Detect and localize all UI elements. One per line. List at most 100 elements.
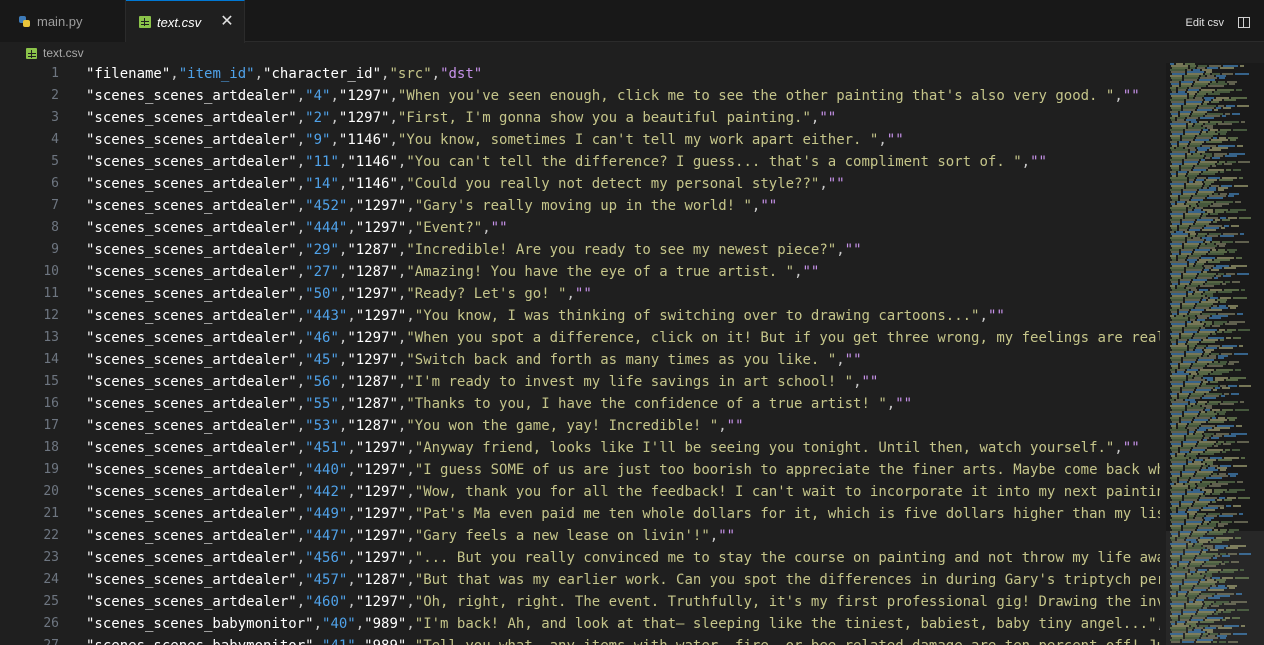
- csv-cell: "53": [305, 418, 339, 434]
- csv-cell: "Wow, thank you for all the feedback! I …: [414, 484, 1160, 500]
- close-icon[interactable]: ✕: [219, 14, 235, 30]
- code-line[interactable]: 1 "filename","item_id","character_id","sr…: [0, 63, 1160, 85]
- minimap-line: [1210, 381, 1218, 383]
- comma-separator: ,: [347, 484, 356, 500]
- code-line[interactable]: 9 "scenes_scenes_artdealer","29","1287","…: [0, 239, 1160, 261]
- minimap-line: [1228, 531, 1234, 533]
- csv-cell: "460": [305, 594, 348, 610]
- csv-cell: "1297": [355, 462, 407, 478]
- minimap-line: [1237, 441, 1249, 443]
- minimap-line: [1231, 225, 1239, 227]
- minimap-line: [1223, 443, 1231, 445]
- code-line[interactable]: 6 "scenes_scenes_artdealer","14","1146","…: [0, 173, 1160, 195]
- csv-cell: "": [718, 528, 736, 544]
- comma-separator: ,: [406, 638, 414, 645]
- tab-text-csv[interactable]: text.csv ✕: [126, 0, 245, 43]
- code-line[interactable]: 2 "scenes_scenes_artdealer","4","1297","W…: [0, 85, 1160, 107]
- breadcrumb-file[interactable]: text.csv: [43, 46, 84, 60]
- tab-main-py[interactable]: main.py: [0, 0, 126, 42]
- minimap-line: [1220, 571, 1234, 573]
- minimap-line: [1226, 379, 1238, 381]
- edit-csv-button[interactable]: Edit csv: [1185, 17, 1224, 29]
- minimap-line: [1218, 525, 1224, 527]
- line-content: "scenes_scenes_artdealer","452","1297","…: [86, 195, 777, 217]
- minimap-line: [1235, 409, 1249, 411]
- minimap-line: [1217, 163, 1222, 165]
- code-line[interactable]: 19 "scenes_scenes_artdealer","440","1297"…: [0, 459, 1160, 481]
- code-line[interactable]: 16 "scenes_scenes_artdealer","55","1287",…: [0, 393, 1160, 415]
- line-content: "scenes_scenes_artdealer","457","1287","…: [86, 569, 1160, 591]
- csv-cell: "scenes_scenes_artdealer": [86, 132, 297, 148]
- code-line[interactable]: 24 "scenes_scenes_artdealer","457","1287"…: [0, 569, 1160, 591]
- code-line[interactable]: 26 "scenes_scenes_babymonitor","40","989"…: [0, 613, 1160, 635]
- code-line[interactable]: 22 "scenes_scenes_artdealer","447","1297"…: [0, 525, 1160, 547]
- split-editor-icon[interactable]: [1238, 17, 1250, 28]
- comma-separator: ,: [355, 616, 365, 632]
- minimap-line: [1219, 347, 1233, 349]
- code-line[interactable]: 23 "scenes_scenes_artdealer","456","1297"…: [0, 547, 1160, 569]
- minimap-line: [1213, 389, 1217, 391]
- code-line[interactable]: 15 "scenes_scenes_artdealer","56","1287",…: [0, 371, 1160, 393]
- minimap-line: [1200, 285, 1214, 287]
- minimap-line: [1228, 363, 1234, 365]
- code-line[interactable]: 14 "scenes_scenes_artdealer","45","1297",…: [0, 349, 1160, 371]
- minimap-line: [1209, 149, 1221, 151]
- minimap-line: [1201, 509, 1215, 511]
- comma-separator: ,: [296, 242, 306, 258]
- code-line[interactable]: 3 "scenes_scenes_artdealer","2","1297","F…: [0, 107, 1160, 129]
- code-line[interactable]: 17 "scenes_scenes_artdealer","53","1287",…: [0, 415, 1160, 437]
- minimap-line: [1220, 637, 1226, 639]
- csv-cell: "": [895, 396, 913, 412]
- csv-cell: "scenes_scenes_artdealer": [86, 220, 297, 236]
- minimap-line: [1226, 211, 1238, 213]
- minimap-line: [1212, 501, 1216, 503]
- code-line[interactable]: 18 "scenes_scenes_artdealer","451","1297"…: [0, 437, 1160, 459]
- line-number: 14: [43, 352, 59, 367]
- comma-separator: ,: [296, 220, 306, 236]
- line-number: 9: [51, 242, 59, 257]
- line-number: 27: [0, 635, 59, 645]
- minimap-line: [1223, 611, 1231, 613]
- csv-cell: "scenes_scenes_artdealer": [86, 242, 297, 258]
- code-line[interactable]: 12 "scenes_scenes_artdealer","443","1297"…: [0, 305, 1160, 327]
- code-line[interactable]: 10 "scenes_scenes_artdealer","27","1287",…: [0, 261, 1160, 283]
- code-line[interactable]: 13 "scenes_scenes_artdealer","46","1297",…: [0, 327, 1160, 349]
- code-line[interactable]: 5 "scenes_scenes_artdealer","11","1146","…: [0, 151, 1160, 173]
- csv-cell: "40": [322, 616, 356, 632]
- code-line[interactable]: 11 "scenes_scenes_artdealer","50","1297",…: [0, 283, 1160, 305]
- csv-cell: "scenes_scenes_artdealer": [86, 572, 297, 588]
- comma-separator: ,: [406, 572, 415, 588]
- minimap-line: [1209, 485, 1221, 487]
- code-line[interactable]: 27"scenes_scenes_babymonitor","41","989"…: [0, 635, 1160, 645]
- code-line[interactable]: 4 "scenes_scenes_artdealer","9","1146","Y…: [0, 129, 1160, 151]
- comma-separator: ,: [406, 462, 415, 478]
- code-line[interactable]: 20 "scenes_scenes_artdealer","442","1297"…: [0, 481, 1160, 503]
- code-editor[interactable]: 1 "filename","item_id","character_id","sr…: [0, 63, 1160, 645]
- minimap-line: [1219, 515, 1233, 517]
- minimap-line: [1233, 633, 1247, 635]
- code-line[interactable]: 7 "scenes_scenes_artdealer","452","1297",…: [0, 195, 1160, 217]
- code-line[interactable]: 25 "scenes_scenes_artdealer","460","1297"…: [0, 591, 1160, 613]
- line-content: "scenes_scenes_artdealer","45","1297","S…: [86, 349, 862, 371]
- line-content: "filename","item_id","character_id","src…: [86, 63, 482, 85]
- code-line[interactable]: 8 "scenes_scenes_artdealer","444","1297",…: [0, 217, 1160, 239]
- minimap-line: [1222, 387, 1230, 389]
- code-line[interactable]: 21 "scenes_scenes_artdealer","449","1297"…: [0, 503, 1160, 525]
- minimap-line: [1236, 89, 1242, 91]
- comma-separator: ,: [347, 308, 356, 324]
- minimap-line: [1234, 353, 1248, 355]
- python-icon: [18, 15, 31, 28]
- csv-cell: "1287": [355, 572, 407, 588]
- breadcrumb[interactable]: text.csv: [26, 44, 84, 62]
- minimap-line: [1218, 459, 1232, 461]
- comma-separator: ,: [406, 440, 415, 456]
- comma-separator: ,: [1114, 440, 1123, 456]
- comma-separator: ,: [406, 484, 415, 500]
- minimap-line: [1201, 173, 1215, 175]
- line-number: 24: [43, 572, 59, 587]
- csv-cell: "scenes_scenes_artdealer": [86, 110, 297, 126]
- csv-cell: "1287": [347, 264, 398, 280]
- minimap[interactable]: [1166, 63, 1264, 645]
- comma-separator: ,: [406, 616, 415, 632]
- line-number: 23: [43, 550, 59, 565]
